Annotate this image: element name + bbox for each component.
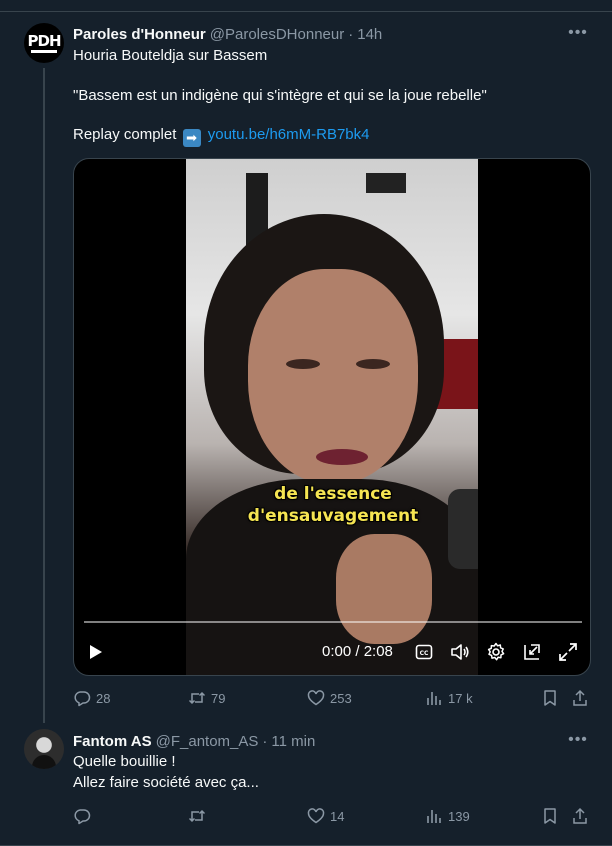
replay-label: Replay complet: [73, 126, 177, 143]
like-button[interactable]: 253: [307, 688, 352, 708]
like-icon: [307, 808, 325, 824]
reply-author-handle[interactable]: @F_antom_AS: [156, 733, 259, 750]
person-lips: [316, 449, 368, 465]
retweet-count: 79: [211, 690, 226, 706]
tweet-timestamp[interactable]: 14h: [357, 26, 382, 43]
tweet-header: Paroles d'Honneur @ParolesDHonneur · 14h: [73, 24, 382, 44]
like-count: 253: [330, 690, 352, 706]
author-avatar[interactable]: PDH: [24, 23, 64, 63]
retweet-icon: [188, 809, 206, 823]
video-frame: [186, 159, 478, 675]
views-icon: [427, 810, 441, 823]
bookmark-icon: [544, 690, 556, 706]
views-icon: [427, 692, 441, 705]
reply-icon: [74, 809, 91, 825]
author-name[interactable]: Paroles d'Honneur: [73, 26, 206, 43]
share-icon: [573, 807, 587, 824]
background-poster: [366, 173, 406, 193]
views-button[interactable]: 17 k: [425, 688, 473, 708]
tweet-text-line1: Houria Bouteldja sur Bassem: [73, 47, 268, 64]
reply-text-line1: Quelle bouillie !: [73, 753, 176, 770]
thread-line: [43, 68, 45, 723]
separator-dot: ·: [348, 25, 354, 43]
bookmark-button[interactable]: [541, 688, 559, 708]
avatar-logo-text: PDH: [27, 31, 62, 50]
play-icon[interactable]: [82, 639, 108, 665]
separator-dot: ·: [262, 732, 268, 750]
author-handle[interactable]: @ParolesDHonneur: [210, 26, 344, 43]
tweet-replay-line: Replay complet ➡ youtu.be/h6mM-RB7bk4: [73, 125, 369, 147]
reply-author-avatar[interactable]: [24, 729, 64, 769]
reply-text-line2: Allez faire société avec ça...: [73, 774, 259, 791]
tweet-quote: "Bassem est un indigène qui s'intègre et…: [73, 87, 487, 104]
more-icon[interactable]: •••: [568, 732, 588, 753]
youtube-link[interactable]: youtu.be/h6mM-RB7bk4: [208, 126, 370, 143]
reply-count: 28: [96, 690, 111, 706]
settings-icon[interactable]: [483, 639, 509, 665]
retweet-button[interactable]: [188, 806, 211, 826]
person-eye: [356, 359, 390, 369]
captions-icon[interactable]: CC: [411, 639, 437, 665]
avatar-logo-bar: [31, 49, 57, 53]
pip-icon[interactable]: [519, 639, 545, 665]
video-subtitle-line1: de l'essence: [274, 484, 392, 504]
share-button[interactable]: [571, 806, 589, 826]
tweet-actions: 28 79 253 17 k: [73, 688, 591, 708]
retweet-icon: [188, 691, 206, 705]
view-count: 139: [448, 808, 470, 824]
reply-icon: [74, 691, 91, 707]
retweet-button[interactable]: 79: [188, 688, 225, 708]
bookmark-icon: [544, 808, 556, 824]
reply-button[interactable]: 28: [73, 688, 110, 708]
reply-button[interactable]: [73, 806, 96, 826]
svg-text:CC: CC: [420, 650, 429, 657]
video-player[interactable]: de l'essence d'ensauvagement 0:00 / 2:08…: [73, 158, 591, 676]
avatar-silhouette: [32, 755, 56, 769]
reply-timestamp[interactable]: 11 min: [271, 733, 315, 750]
view-count: 17 k: [448, 690, 473, 706]
reply-header: Fantom AS @F_antom_AS · 11 min: [73, 731, 315, 751]
views-button[interactable]: 139: [425, 806, 470, 826]
share-button[interactable]: [571, 688, 589, 708]
like-button[interactable]: 14: [307, 806, 344, 826]
share-icon: [573, 689, 587, 706]
like-icon: [307, 690, 325, 706]
person-eye: [286, 359, 320, 369]
top-divider: [0, 0, 612, 12]
reply-author-name[interactable]: Fantom AS: [73, 733, 152, 750]
reply-actions: 14 139: [73, 806, 591, 826]
arrow-right-emoji: ➡: [182, 129, 201, 147]
like-count: 14: [330, 808, 345, 824]
video-controls: 0:00 / 2:08 CC: [74, 637, 590, 667]
fullscreen-icon[interactable]: [555, 639, 581, 665]
more-icon[interactable]: •••: [568, 25, 588, 46]
video-timecode: 0:00 / 2:08: [322, 643, 393, 660]
bookmark-button[interactable]: [541, 806, 559, 826]
person-hand: [336, 534, 432, 644]
video-subtitle-line2: d'ensauvagement: [247, 506, 419, 526]
volume-icon[interactable]: [447, 639, 473, 665]
video-progress-bar[interactable]: [84, 621, 582, 623]
